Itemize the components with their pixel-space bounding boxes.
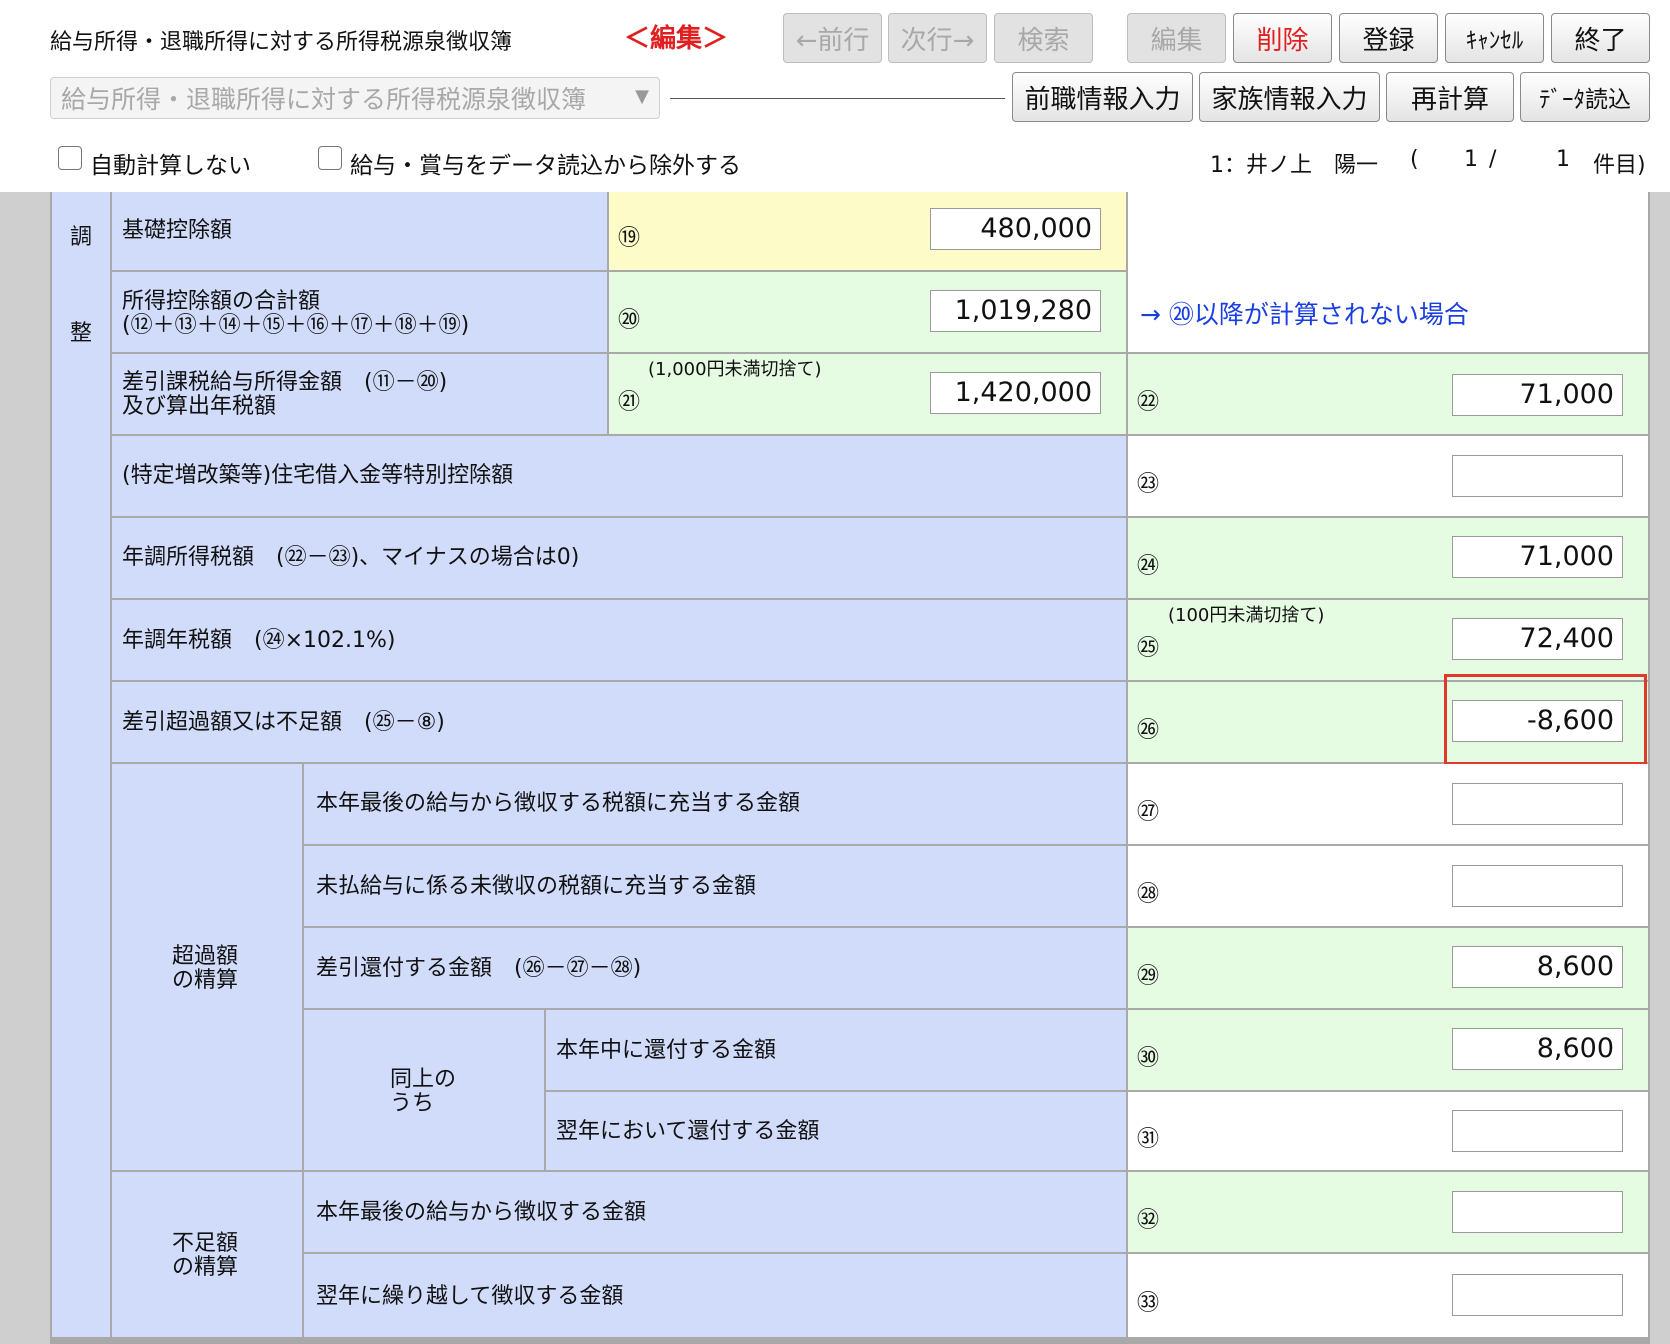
same-group-label-line1: 同上の bbox=[390, 1067, 457, 1092]
row21-number: ㉑ bbox=[618, 390, 641, 415]
row25-label: 年調年税額 (㉔×102.1%) bbox=[122, 628, 396, 653]
row25-number: ㉕ bbox=[1137, 636, 1160, 661]
row27-label: 本年最後の給与から徴収する税額に充当する金額 bbox=[316, 791, 801, 816]
calc-hint-link[interactable]: → ⑳以降が計算されない場合 bbox=[1140, 295, 1469, 331]
row28-number: ㉘ bbox=[1137, 882, 1160, 907]
row23-number: ㉓ bbox=[1137, 472, 1160, 497]
row26-number: ㉖ bbox=[1137, 718, 1160, 743]
divider bbox=[670, 98, 1005, 99]
row30-input[interactable]: 8,600 bbox=[1452, 1028, 1623, 1070]
record-separator: / bbox=[1489, 147, 1497, 172]
row27-number: ㉗ bbox=[1137, 800, 1160, 825]
shortage-group-label-line2: の精算 bbox=[172, 1255, 239, 1280]
row20-number: ⑳ bbox=[618, 308, 641, 333]
record-total: 1 bbox=[1556, 147, 1570, 172]
row31-label: 翌年において還付する金額 bbox=[556, 1119, 820, 1144]
exit-button[interactable]: 終了 bbox=[1551, 13, 1650, 63]
register-button[interactable]: 登録 bbox=[1339, 13, 1438, 63]
row24-label: 年調所得税額 (㉒－㉓)、マイナスの場合は0) bbox=[122, 545, 580, 570]
shortage-group-label-line1: 不足額 bbox=[172, 1231, 239, 1256]
row21-input[interactable]: 1,420,000 bbox=[930, 372, 1101, 414]
row19-number: ⑲ bbox=[618, 226, 641, 251]
search-button[interactable]: 検索 bbox=[994, 13, 1093, 63]
row20-label-line1: 所得控除額の合計額 bbox=[122, 289, 321, 314]
row22-input[interactable]: 71,000 bbox=[1452, 374, 1623, 416]
next-row-button[interactable]: 次行→ bbox=[888, 13, 987, 63]
excess-group-label-line1: 超過額 bbox=[172, 944, 239, 969]
row21-label-line1: 差引課税給与所得金額 (⑪－⑳) bbox=[122, 370, 448, 395]
row19-input[interactable]: 480,000 bbox=[930, 208, 1101, 250]
record-suffix: 件目) bbox=[1593, 153, 1646, 178]
row28-label: 未払給与に係る未徴収の税額に充当する金額 bbox=[316, 874, 757, 899]
page-title: 給与所得・退職所得に対する所得税源泉徴収簿 bbox=[50, 30, 513, 55]
row23-label: (特定増改築等)住宅借入金等特別控除額 bbox=[122, 463, 514, 488]
row33-number: ㉝ bbox=[1137, 1291, 1160, 1316]
exclude-checkbox[interactable] bbox=[318, 146, 342, 170]
cancel-button[interactable]: ｷｬﾝｾﾙ bbox=[1445, 13, 1544, 63]
row28-input[interactable] bbox=[1452, 865, 1623, 907]
row33-label: 翌年に繰り越して徴収する金額 bbox=[316, 1284, 624, 1309]
section-label-bottom: 整 bbox=[70, 321, 93, 346]
row20-input[interactable]: 1,019,280 bbox=[930, 290, 1101, 332]
prev-row-button[interactable]: ←前行 bbox=[783, 13, 882, 63]
chevron-down-icon: ▼ bbox=[635, 86, 649, 107]
recalc-button[interactable]: 再計算 bbox=[1386, 72, 1514, 122]
data-load-button[interactable]: ﾃﾞｰﾀ読込 bbox=[1520, 72, 1650, 122]
same-group-label-line2: うち bbox=[390, 1091, 435, 1116]
row32-number: ㉜ bbox=[1137, 1208, 1160, 1233]
row25-input[interactable]: 72,400 bbox=[1452, 618, 1623, 660]
row32-label: 本年最後の給与から徴収する金額 bbox=[316, 1200, 647, 1225]
row29-number: ㉙ bbox=[1137, 964, 1160, 989]
row19-label: 基礎控除額 bbox=[122, 218, 233, 243]
row22-number: ㉒ bbox=[1137, 390, 1160, 415]
row21-note: (1,000円未満切捨て) bbox=[648, 359, 822, 380]
edit-button[interactable]: 編集 bbox=[1127, 13, 1226, 63]
auto-calc-checkbox[interactable] bbox=[58, 146, 82, 170]
row23-input[interactable] bbox=[1452, 455, 1623, 497]
row32-input[interactable] bbox=[1452, 1191, 1623, 1233]
row24-input[interactable]: 71,000 bbox=[1452, 536, 1623, 578]
row26-label: 差引超過額又は不足額 (㉕－⑧) bbox=[122, 710, 445, 735]
row24-number: ㉔ bbox=[1137, 554, 1160, 579]
row27-input[interactable] bbox=[1452, 783, 1623, 825]
row30-label: 本年中に還付する金額 bbox=[556, 1038, 777, 1063]
exclude-label: 給与・賞与をデータ読込から除外する bbox=[350, 153, 741, 179]
record-open-paren: ( bbox=[1410, 147, 1419, 172]
row33-input[interactable] bbox=[1452, 1274, 1623, 1316]
family-info-button[interactable]: 家族情報入力 bbox=[1199, 72, 1380, 122]
row29-label: 差引還付する金額 (㉖－㉗－㉘) bbox=[316, 956, 642, 981]
row21-label-line2: 及び算出年税額 bbox=[122, 394, 277, 419]
excess-group-label-line2: の精算 bbox=[172, 968, 239, 993]
section-label-top: 調 bbox=[70, 225, 93, 250]
delete-button[interactable]: 削除 bbox=[1233, 13, 1332, 63]
row25-note: (100円未満切捨て) bbox=[1168, 605, 1325, 626]
row31-number: ㉛ bbox=[1137, 1127, 1160, 1152]
ledger-type-select[interactable]: 給与所得・退職所得に対する所得税源泉徴収簿 ▼ bbox=[50, 77, 660, 119]
mode-label: ＜編集＞ bbox=[624, 24, 729, 54]
record-current: 1 bbox=[1464, 147, 1478, 172]
row26-highlight bbox=[1444, 674, 1647, 765]
prev-job-button[interactable]: 前職情報入力 bbox=[1012, 72, 1193, 122]
auto-calc-label: 自動計算しない bbox=[90, 153, 251, 179]
section-adjustment bbox=[52, 192, 110, 1337]
row20-label-line2: (⑫＋⑬＋⑭＋⑮＋⑯＋⑰＋⑱＋⑲) bbox=[122, 313, 470, 338]
row30-number: ㉚ bbox=[1137, 1046, 1160, 1071]
ledger-type-value: 給与所得・退職所得に対する所得税源泉徴収簿 bbox=[61, 85, 587, 114]
row31-input[interactable] bbox=[1452, 1110, 1623, 1152]
row29-input[interactable]: 8,600 bbox=[1452, 946, 1623, 988]
employee-name: 1：井ノ上 陽一 bbox=[1210, 153, 1378, 178]
